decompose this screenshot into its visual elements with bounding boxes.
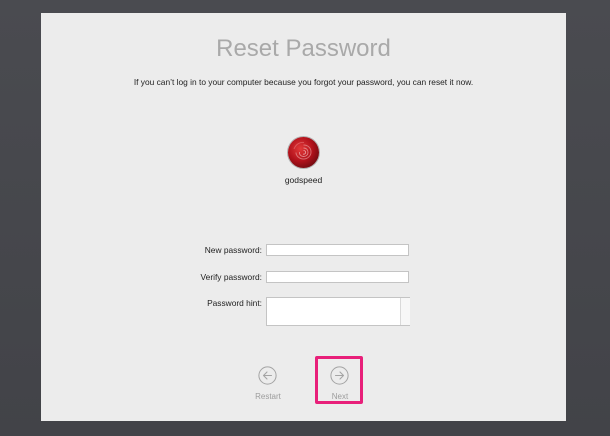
verify-password-field[interactable] bbox=[266, 271, 409, 283]
next-button-highlight bbox=[315, 356, 363, 404]
rose-avatar-icon bbox=[288, 137, 319, 168]
reset-password-panel: Reset Password If you can’t log in to yo… bbox=[41, 13, 566, 421]
restart-label: Restart bbox=[255, 392, 281, 401]
page-subtitle: If you can’t log in to your computer bec… bbox=[133, 77, 474, 87]
restart-button[interactable]: Restart bbox=[244, 362, 292, 408]
password-hint-label: Password hint: bbox=[207, 298, 262, 308]
arrow-left-circle-icon bbox=[258, 366, 277, 385]
verify-password-label: Verify password: bbox=[200, 272, 262, 282]
password-hint-field[interactable] bbox=[266, 297, 410, 326]
new-password-label: New password: bbox=[204, 245, 262, 255]
password-hint-scrollbar[interactable] bbox=[400, 298, 410, 325]
user-name: godspeed bbox=[284, 175, 323, 185]
new-password-field[interactable] bbox=[266, 244, 409, 256]
rose-petals-icon bbox=[293, 141, 312, 160]
page-title: Reset Password bbox=[216, 35, 391, 62]
